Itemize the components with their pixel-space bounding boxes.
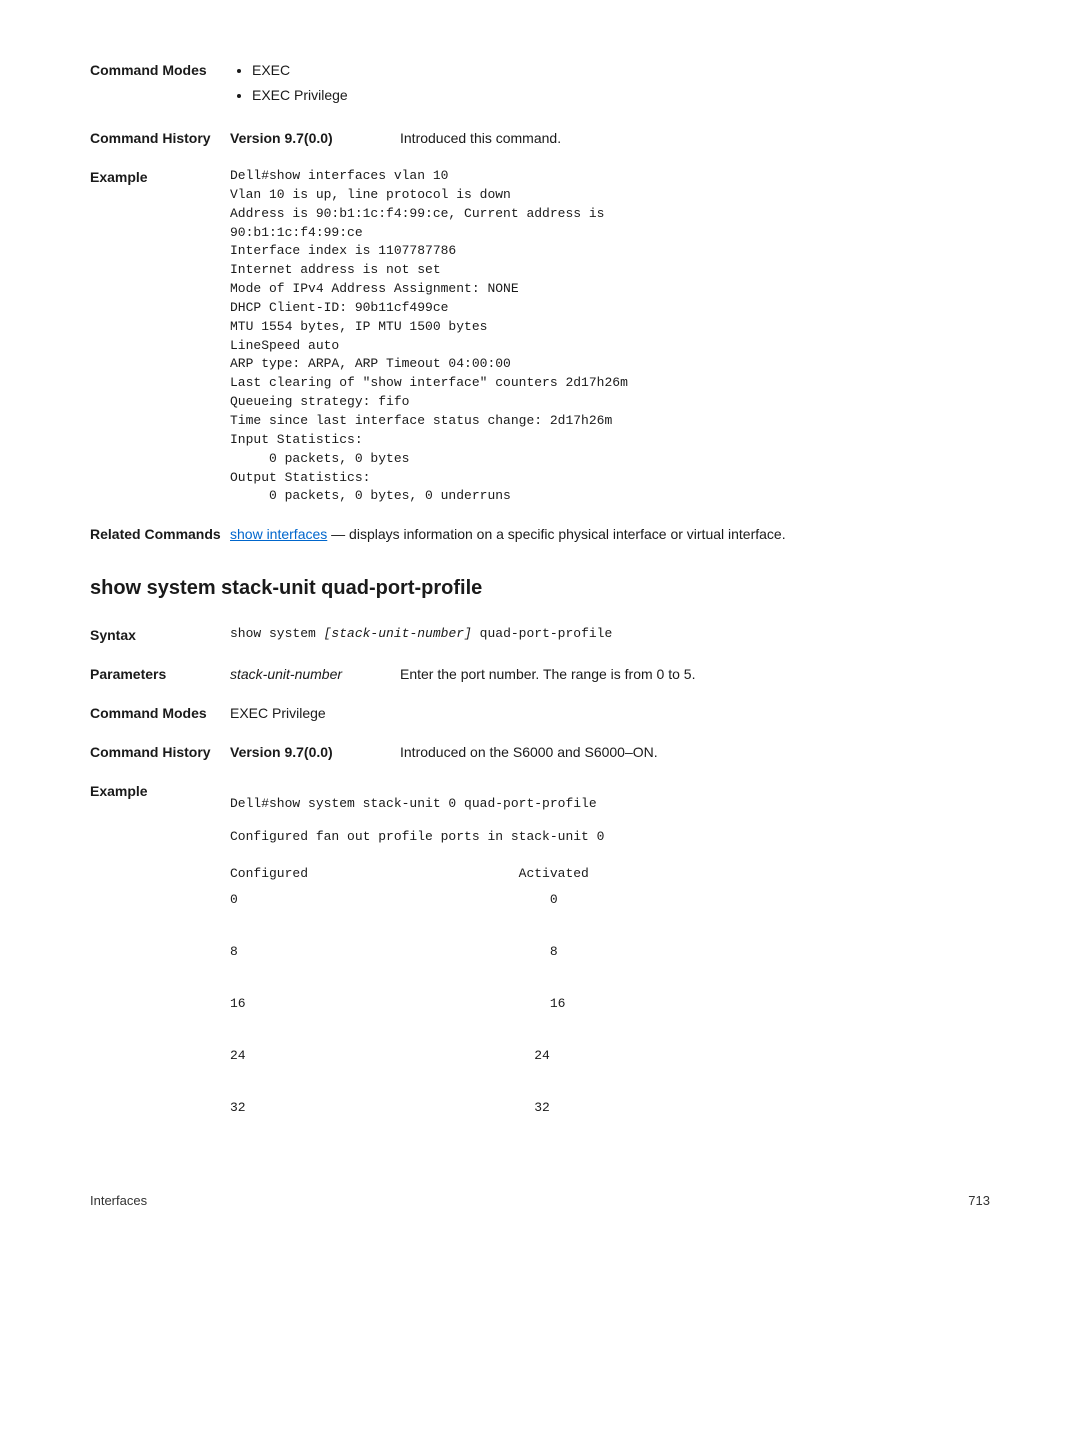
example-line-2: Configured fan out profile ports in stac… — [230, 828, 990, 847]
mode-item: EXEC Privilege — [252, 85, 990, 106]
related-commands-label: Related Commands — [90, 524, 230, 545]
example-label: Example — [90, 167, 230, 506]
command-history-label: Command History — [90, 128, 230, 149]
command-history-row-2: Command History Version 9.7(0.0) Introdu… — [90, 742, 990, 763]
version-desc: Introduced this command. — [400, 128, 561, 149]
footer-right: 713 — [968, 1191, 990, 1211]
example-content: Dell#show interfaces vlan 10 Vlan 10 is … — [230, 167, 990, 506]
parameters-content: stack-unit-number Enter the port number.… — [230, 664, 990, 685]
command-modes-label-2: Command Modes — [90, 703, 230, 724]
example-table: Configured Activated 0 0 8 8 16 16 24 — [230, 861, 990, 1121]
example-line-1: Dell#show system stack-unit 0 quad-port-… — [230, 795, 990, 814]
syntax-label: Syntax — [90, 625, 230, 646]
command-modes-content: EXEC EXEC Privilege — [230, 60, 990, 110]
related-commands-content: show interfaces — displays information o… — [230, 524, 990, 545]
syntax-italic: [stack-unit-number] — [324, 626, 472, 641]
related-rest: — displays information on a specific phy… — [327, 526, 785, 542]
section-heading: show system stack-unit quad-port-profile — [90, 573, 990, 603]
command-modes-content-2: EXEC Privilege — [230, 703, 990, 724]
version-desc-2: Introduced on the S6000 and S6000–ON. — [400, 742, 658, 763]
parameters-label: Parameters — [90, 664, 230, 685]
show-interfaces-link[interactable]: show interfaces — [230, 526, 327, 542]
syntax-row: Syntax show system [stack-unit-number] q… — [90, 625, 990, 646]
command-history-content-2: Version 9.7(0.0) Introduced on the S6000… — [230, 742, 990, 763]
param-name: stack-unit-number — [230, 664, 400, 685]
syntax-content: show system [stack-unit-number] quad-por… — [230, 625, 990, 646]
version-label-2: Version 9.7(0.0) — [230, 742, 400, 763]
command-modes-row-2: Command Modes EXEC Privilege — [90, 703, 990, 724]
example-code: Dell#show interfaces vlan 10 Vlan 10 is … — [230, 167, 990, 506]
mode-item: EXEC — [252, 60, 990, 81]
example-content-2: Dell#show system stack-unit 0 quad-port-… — [230, 781, 990, 1121]
footer-left: Interfaces — [90, 1191, 147, 1211]
command-modes-label: Command Modes — [90, 60, 230, 110]
example-row-2: Example Dell#show system stack-unit 0 qu… — [90, 781, 990, 1121]
command-history-content: Version 9.7(0.0) Introduced this command… — [230, 128, 990, 149]
example-label-2: Example — [90, 781, 230, 1121]
param-desc: Enter the port number. The range is from… — [400, 664, 695, 685]
command-modes-row: Command Modes EXEC EXEC Privilege — [90, 60, 990, 110]
syntax-suffix: quad-port-profile — [472, 626, 612, 641]
related-commands-row: Related Commands show interfaces — displ… — [90, 524, 990, 545]
command-history-row: Command History Version 9.7(0.0) Introdu… — [90, 128, 990, 149]
page-footer: Interfaces 713 — [90, 1191, 990, 1211]
example-row: Example Dell#show interfaces vlan 10 Vla… — [90, 167, 990, 506]
command-history-label-2: Command History — [90, 742, 230, 763]
syntax-prefix: show system — [230, 626, 324, 641]
version-label: Version 9.7(0.0) — [230, 128, 400, 149]
parameters-row: Parameters stack-unit-number Enter the p… — [90, 664, 990, 685]
